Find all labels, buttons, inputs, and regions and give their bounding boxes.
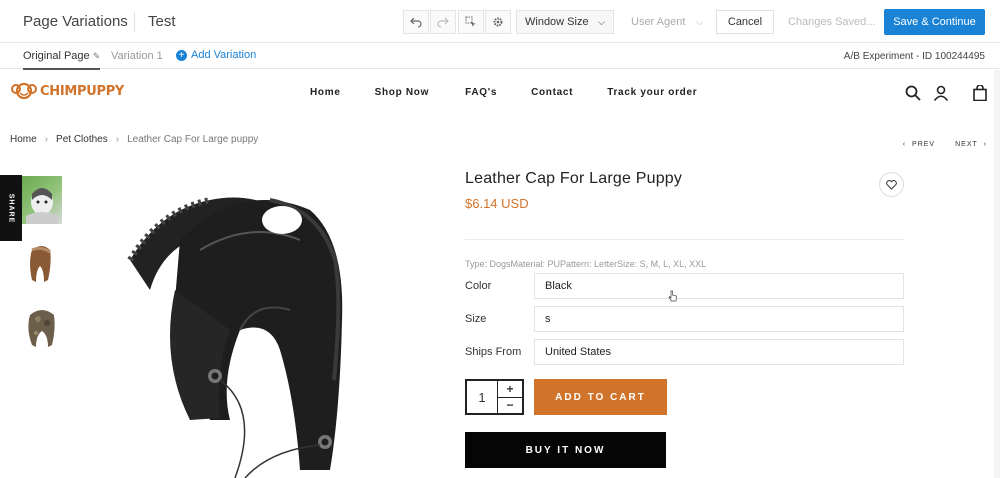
add-to-cart-button[interactable]: ADD TO CART	[534, 379, 667, 415]
quantity-decrease-button[interactable]: −	[498, 398, 522, 414]
tab-original-page[interactable]: Original Page ✎	[23, 50, 101, 70]
toolbar-divider	[134, 12, 135, 32]
breadcrumb-current: Leather Cap For Large puppy	[127, 134, 259, 145]
chevron-down-icon: ⌵	[598, 16, 605, 27]
next-label: NEXT	[955, 141, 978, 148]
shopping-bag-icon[interactable]	[972, 85, 988, 101]
leather-cap-image	[127, 197, 343, 478]
nav-shop-now[interactable]: Shop Now	[375, 87, 429, 98]
ships-from-label: Ships From	[465, 346, 522, 358]
nav-contact[interactable]: Contact	[531, 87, 573, 98]
editor-title: Page Variations	[23, 13, 128, 30]
select-element-button[interactable]	[458, 10, 484, 34]
ships-from-select[interactable]: United States	[534, 339, 904, 365]
ships-from-value: United States	[545, 346, 612, 358]
user-agent-select[interactable]: User Agent ⌵	[623, 10, 711, 34]
mouse-cursor-icon	[668, 290, 677, 302]
size-select[interactable]: s	[534, 306, 904, 332]
prev-product-link[interactable]: ‹ PREV	[903, 141, 935, 148]
prev-label: PREV	[912, 141, 936, 148]
camo-cap-thumbnail	[28, 310, 55, 347]
product-thumbnail-1[interactable]	[22, 176, 62, 224]
nav-faqs[interactable]: FAQ's	[465, 87, 497, 98]
breadcrumb-separator: ›	[115, 134, 120, 145]
page-scrollbar[interactable]	[994, 70, 1000, 478]
pencil-icon[interactable]: ✎	[93, 51, 101, 61]
share-tab[interactable]: SHARE	[0, 175, 22, 241]
user-agent-label: User Agent	[631, 16, 686, 28]
wishlist-button[interactable]	[879, 172, 904, 197]
store-logo[interactable]: CHIMPUPPY	[11, 81, 124, 101]
nav-track-order[interactable]: Track your order	[607, 87, 697, 98]
quantity-increase-button[interactable]: +	[498, 381, 522, 398]
product-pager: ‹ PREV NEXT ›	[903, 141, 987, 148]
store-header: CHIMPUPPY Home Shop Now FAQ's Contact Tr…	[0, 70, 1000, 116]
breadcrumb-category[interactable]: Pet Clothes	[56, 134, 108, 145]
cancel-button[interactable]: Cancel	[716, 10, 774, 34]
add-variation-label: Add Variation	[191, 49, 257, 61]
tab-original-label: Original Page	[23, 50, 90, 62]
undo-icon	[410, 17, 422, 28]
gear-icon	[493, 17, 503, 27]
color-label: Color	[465, 280, 492, 292]
breadcrumb-home[interactable]: Home	[10, 134, 37, 145]
plus-circle-icon: +	[176, 49, 187, 61]
add-variation-button[interactable]: + Add Variation	[176, 49, 256, 61]
quantity-buttons: + −	[497, 381, 522, 413]
brown-cap-thumbnail	[30, 246, 51, 282]
redo-button[interactable]	[430, 10, 456, 34]
logo-text: CHIMPUPPY	[40, 83, 125, 99]
color-value: Black	[545, 280, 572, 292]
product-thumbnail-3[interactable]	[22, 303, 62, 351]
product-main-image[interactable]	[120, 180, 360, 478]
quantity-input[interactable]: 1	[467, 381, 497, 413]
main-nav: Home Shop Now FAQ's Contact Track your o…	[310, 87, 697, 98]
cursor-select-icon	[465, 16, 476, 27]
breadcrumb-separator: ›	[44, 134, 49, 145]
settings-button[interactable]	[485, 10, 511, 34]
product-thumbnail-2[interactable]	[22, 240, 62, 288]
size-label: Size	[465, 313, 487, 325]
experiment-id: A/B Experiment - ID 100244495	[843, 51, 985, 62]
nav-home[interactable]: Home	[310, 87, 341, 98]
next-product-link[interactable]: NEXT ›	[955, 141, 987, 148]
variation-tabs: Original Page ✎ Variation 1 + Add Variat…	[0, 43, 1000, 70]
share-label: SHARE	[7, 193, 15, 223]
color-select[interactable]: Black	[534, 273, 904, 299]
monkey-logo-icon	[11, 82, 37, 100]
save-status: Changes Saved...	[788, 16, 876, 28]
window-size-label: Window Size	[525, 16, 589, 28]
divider	[465, 239, 904, 240]
save-continue-button[interactable]: Save & Continue	[884, 9, 985, 35]
quantity-stepper: 1 + −	[465, 379, 524, 415]
dog-photo-thumbnail	[26, 188, 58, 224]
product-price: $6.14 USD	[465, 196, 529, 211]
chevron-down-icon: ⌵	[696, 16, 703, 27]
product-title: Leather Cap For Large Puppy	[465, 170, 683, 187]
buy-it-now-button[interactable]: BUY IT NOW	[465, 432, 666, 468]
window-size-select[interactable]: Window Size ⌵	[516, 10, 614, 34]
size-value: s	[545, 313, 551, 325]
tab-variation-1[interactable]: Variation 1	[111, 50, 163, 62]
user-account-icon[interactable]	[933, 85, 949, 101]
breadcrumb: Home › Pet Clothes › Leather Cap For Lar…	[10, 134, 258, 145]
heart-icon	[886, 179, 897, 190]
search-icon[interactable]	[905, 85, 921, 101]
experiment-name[interactable]: Test	[148, 13, 176, 30]
product-meta: Type: DogsMaterial: PUPattern: LetterSiz…	[465, 259, 707, 269]
undo-button[interactable]	[403, 10, 429, 34]
redo-icon	[437, 17, 449, 28]
editor-toolbar: Page Variations Test Window Size ⌵ User …	[0, 0, 1000, 43]
